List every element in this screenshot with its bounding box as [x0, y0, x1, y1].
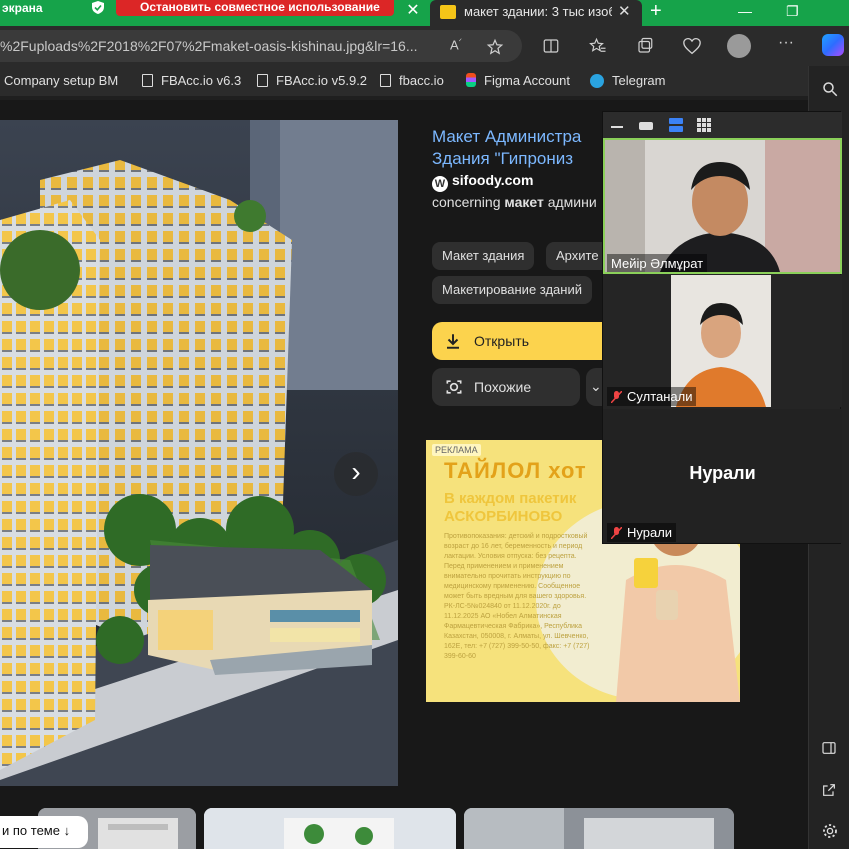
participant-name-row: Нурали	[607, 523, 677, 542]
thumbnail-image	[464, 808, 734, 849]
image-info-panel: Макет Администра Здания "Гипрониз Wsifoo…	[416, 120, 616, 420]
result-title[interactable]: Макет Администра Здания "Гипрониз	[432, 126, 581, 170]
stop-sharing-button[interactable]: Остановить совместное использование	[116, 0, 394, 16]
more-menu-icon[interactable]: ···	[774, 34, 798, 52]
description-text: админи	[543, 194, 597, 210]
ad-slogan: В каждом пакетик АСКОРБИНОВО	[444, 490, 577, 525]
participant-name: Мейір Әлмұрат	[607, 254, 708, 272]
minimize-icon[interactable]: —	[738, 0, 752, 22]
page-icon	[380, 74, 391, 87]
participant-name: Султанали	[627, 389, 693, 404]
open-button[interactable]: Открыть	[432, 322, 612, 360]
tab-title: макет здании: 3 тыс изобр	[464, 4, 612, 19]
bookmark-fbacc[interactable]: fbacc.io	[380, 73, 444, 88]
mic-muted-icon	[611, 527, 622, 539]
participant-video	[605, 140, 840, 272]
tab-bar: экрана Остановить совместное использован…	[0, 0, 849, 26]
bookmark-fbacc-v592[interactable]: FBAcc.io v5.9.2	[257, 73, 367, 88]
ad-label: РЕКЛАМА	[432, 444, 481, 456]
result-title-line2: Здания "Гипрониз	[432, 149, 574, 168]
read-aloud-icon[interactable]: Aᐟ	[444, 37, 468, 52]
download-icon	[447, 334, 459, 349]
participant-tile-meiir[interactable]: Мейір Әлмұрат	[603, 138, 842, 274]
next-image-button[interactable]: ›	[334, 452, 378, 496]
similar-button[interactable]: Похожие	[432, 368, 580, 406]
participant-name: Нурали	[627, 525, 673, 540]
collections-icon[interactable]	[636, 37, 654, 55]
building-model-image	[0, 120, 398, 786]
copilot-icon[interactable]	[822, 34, 844, 56]
external-link-icon[interactable]	[821, 782, 837, 798]
tag-chip[interactable]: Макетирование зданий	[432, 276, 592, 304]
participant-avatar-text: Нурали	[689, 463, 756, 483]
telegram-icon	[590, 74, 604, 88]
browser-toolbar: %2Fuploads%2F2018%2F07%2Fmaket-oasis-kis…	[0, 26, 849, 66]
call-view-toolbar	[603, 112, 842, 138]
close-share-bar-icon[interactable]: ✕	[400, 0, 426, 24]
minimize-view-icon[interactable]	[611, 126, 623, 128]
thumbnail-image	[204, 808, 456, 849]
result-title-line1: Макет Администра	[432, 127, 582, 146]
tag-chip[interactable]: Макет здания	[432, 242, 535, 270]
participant-tile-nurali[interactable]: Нурали Нурали	[603, 409, 842, 543]
video-call-panel[interactable]: Мейір Әлмұрат Султанали Нурали Нурали	[602, 111, 842, 544]
bookmark-telegram[interactable]: Telegram	[590, 73, 665, 88]
close-tab-icon[interactable]: ✕	[618, 2, 631, 20]
similar-label: Похожие	[474, 379, 532, 395]
ad-brand: ТАЙЛОЛ хот	[444, 458, 587, 483]
search-icon[interactable]	[821, 80, 839, 98]
shield-icon	[92, 1, 104, 14]
result-source[interactable]: Wsifoody.com	[432, 172, 533, 192]
arrow-down-icon: ↓	[63, 823, 71, 838]
small-view-icon[interactable]	[639, 122, 653, 130]
result-description: concerning макет админи	[432, 194, 597, 210]
page-icon	[142, 74, 153, 87]
gear-icon[interactable]	[821, 822, 839, 840]
camera-lens-icon	[446, 380, 462, 394]
bookmark-label: FBAcc.io v6.3	[161, 73, 242, 88]
figma-icon	[466, 73, 476, 87]
address-text: %2Fuploads%2F2018%2F07%2Fmaket-oasis-kis…	[0, 38, 418, 54]
bookmark-fbacc-v63[interactable]: FBAcc.io v6.3	[142, 73, 241, 88]
tab-active[interactable]: макет здании: 3 тыс изобр ✕	[430, 0, 642, 26]
profile-avatar[interactable]	[727, 34, 751, 58]
thumbnail[interactable]	[464, 808, 734, 849]
bookmark-label: Company setup BM	[4, 73, 119, 88]
open-label: Открыть	[474, 333, 529, 349]
description-highlight: макет	[504, 194, 544, 210]
wordpress-icon: W	[432, 176, 448, 192]
address-bar[interactable]: %2Fuploads%2F2018%2F07%2Fmaket-oasis-kis…	[0, 30, 522, 62]
thumbnail[interactable]	[204, 808, 456, 849]
ad-fine-print: Противопоказания: детский и подростковый…	[444, 533, 590, 660]
health-heart-icon[interactable]	[682, 37, 702, 55]
mic-muted-icon	[611, 391, 622, 403]
bookmark-label: fbacc.io	[399, 73, 444, 88]
more-on-topic-button[interactable]: и по теме ↓	[0, 816, 88, 848]
sidebar-layout-icon[interactable]	[821, 740, 837, 756]
restore-icon[interactable]: ❐	[786, 0, 799, 22]
bookmark-label: Telegram	[612, 73, 666, 88]
bookmark-favicon-icon	[440, 5, 456, 19]
favorites-icon[interactable]	[589, 37, 607, 55]
more-on-topic-label: и по теме	[2, 823, 60, 838]
related-thumbnails	[0, 808, 808, 849]
split-screen-icon[interactable]	[542, 37, 560, 55]
bookmark-label: FBAcc.io v5.9.2	[276, 73, 368, 88]
description-text: concerning	[432, 194, 505, 210]
page-icon	[257, 74, 268, 87]
bookmark-figma[interactable]: Figma Account	[466, 73, 570, 88]
speaker-view-icon[interactable]	[669, 118, 683, 132]
favorite-star-icon[interactable]	[486, 38, 504, 56]
participant-tile-sultanali[interactable]: Султанали	[603, 275, 842, 407]
participant-name-row: Султанали	[607, 387, 697, 406]
bookmarks-bar: Company setup BM FBAcc.io v6.3 FBAcc.io …	[0, 66, 849, 96]
grid-view-icon[interactable]	[697, 118, 711, 132]
source-domain: sifoody.com	[452, 172, 534, 188]
bookmark-company-setup[interactable]: Company setup BM	[4, 73, 118, 88]
bookmark-label: Figma Account	[484, 73, 570, 88]
new-tab-button[interactable]: +	[650, 0, 662, 22]
main-image[interactable]: ›	[0, 120, 398, 786]
